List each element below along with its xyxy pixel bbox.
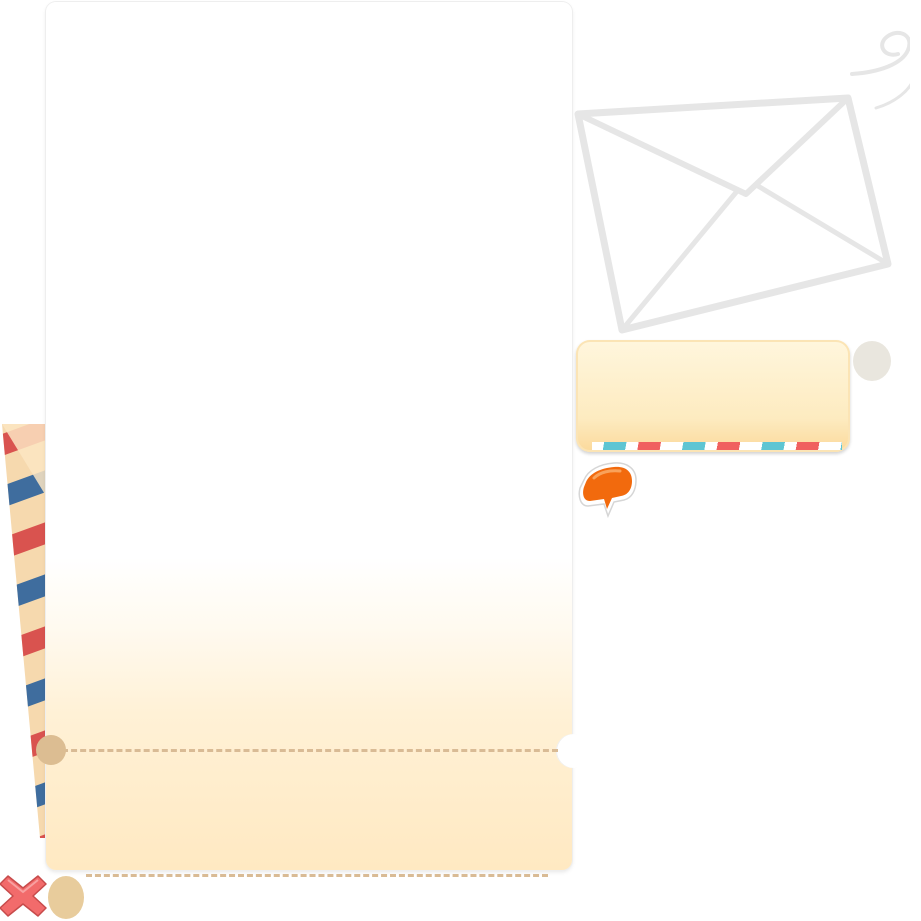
perforation-line [62, 749, 558, 752]
airmail-stripe-band [592, 442, 842, 450]
ticket-punch-hole [36, 735, 66, 765]
close-icon [0, 875, 47, 917]
ticket-notch [556, 734, 590, 768]
secondary-round-button[interactable] [48, 876, 84, 919]
envelope-icon [574, 30, 910, 334]
bottom-perforation [86, 874, 548, 877]
status-dot [853, 341, 891, 381]
letter-body-text [46, 2, 47, 3]
airmail-stripe-border [2, 424, 47, 838]
close-button[interactable] [0, 874, 47, 918]
letter-screen [0, 0, 921, 921]
letter-card [46, 2, 572, 870]
speech-bubble-icon[interactable] [574, 460, 644, 518]
info-card [576, 340, 850, 452]
